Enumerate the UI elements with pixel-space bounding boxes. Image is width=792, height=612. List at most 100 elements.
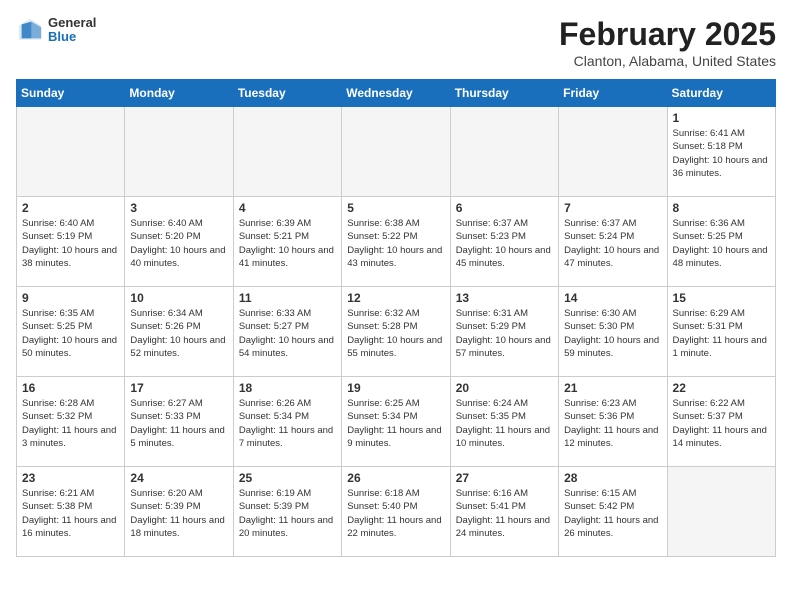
calendar-cell: 7 Sunrise: 6:37 AM Sunset: 5:24 PM Daylig… [559,197,667,287]
day-number: 22 [673,381,770,395]
day-info: Sunrise: 6:29 AM Sunset: 5:31 PM Dayligh… [673,307,770,360]
calendar-cell: 14 Sunrise: 6:30 AM Sunset: 5:30 PM Dayli… [559,287,667,377]
location: Clanton, Alabama, United States [559,53,776,69]
calendar-cell [342,107,450,197]
day-number: 6 [456,201,553,215]
day-number: 1 [673,111,770,125]
day-number: 13 [456,291,553,305]
calendar-cell: 20 Sunrise: 6:24 AM Sunset: 5:35 PM Dayli… [450,377,558,467]
day-number: 7 [564,201,661,215]
day-info: Sunrise: 6:37 AM Sunset: 5:24 PM Dayligh… [564,217,661,270]
day-number: 20 [456,381,553,395]
day-info: Sunrise: 6:40 AM Sunset: 5:20 PM Dayligh… [130,217,227,270]
calendar-cell: 5 Sunrise: 6:38 AM Sunset: 5:22 PM Daylig… [342,197,450,287]
calendar-cell: 15 Sunrise: 6:29 AM Sunset: 5:31 PM Dayli… [667,287,775,377]
calendar-cell: 12 Sunrise: 6:32 AM Sunset: 5:28 PM Dayli… [342,287,450,377]
calendar-cell [125,107,233,197]
calendar-cell [17,107,125,197]
day-number: 9 [22,291,119,305]
day-number: 18 [239,381,336,395]
day-info: Sunrise: 6:34 AM Sunset: 5:26 PM Dayligh… [130,307,227,360]
calendar-cell: 25 Sunrise: 6:19 AM Sunset: 5:39 PM Dayli… [233,467,341,557]
day-info: Sunrise: 6:21 AM Sunset: 5:38 PM Dayligh… [22,487,119,540]
calendar-cell: 6Sunrise: 6:37 AM Sunset: 5:23 PM Daylig… [450,197,558,287]
day-number: 14 [564,291,661,305]
day-number: 11 [239,291,336,305]
week-row-3: 9 Sunrise: 6:35 AM Sunset: 5:25 PM Daylig… [17,287,776,377]
day-number: 12 [347,291,444,305]
day-info: Sunrise: 6:19 AM Sunset: 5:39 PM Dayligh… [239,487,336,540]
day-info: Sunrise: 6:39 AM Sunset: 5:21 PM Dayligh… [239,217,336,270]
day-info: Sunrise: 6:22 AM Sunset: 5:37 PM Dayligh… [673,397,770,450]
logo-text: General Blue [48,16,96,45]
calendar-cell: 1Sunrise: 6:41 AM Sunset: 5:18 PM Daylig… [667,107,775,197]
calendar-cell: 2Sunrise: 6:40 AM Sunset: 5:19 PM Daylig… [17,197,125,287]
day-number: 4 [239,201,336,215]
calendar-cell [667,467,775,557]
day-number: 10 [130,291,227,305]
day-info: Sunrise: 6:26 AM Sunset: 5:34 PM Dayligh… [239,397,336,450]
week-row-5: 23 Sunrise: 6:21 AM Sunset: 5:38 PM Dayli… [17,467,776,557]
day-info: Sunrise: 6:20 AM Sunset: 5:39 PM Dayligh… [130,487,227,540]
day-number: 5 [347,201,444,215]
day-info: Sunrise: 6:38 AM Sunset: 5:22 PM Dayligh… [347,217,444,270]
calendar: SundayMondayTuesdayWednesdayThursdayFrid… [16,79,776,557]
calendar-cell: 16Sunrise: 6:28 AM Sunset: 5:32 PM Dayli… [17,377,125,467]
day-number: 25 [239,471,336,485]
weekday-header-sunday: Sunday [17,80,125,107]
calendar-cell: 4 Sunrise: 6:39 AM Sunset: 5:21 PM Daylig… [233,197,341,287]
calendar-cell: 8Sunrise: 6:36 AM Sunset: 5:25 PM Daylig… [667,197,775,287]
calendar-cell [559,107,667,197]
day-number: 23 [22,471,119,485]
week-row-1: 1Sunrise: 6:41 AM Sunset: 5:18 PM Daylig… [17,107,776,197]
week-row-4: 16Sunrise: 6:28 AM Sunset: 5:32 PM Dayli… [17,377,776,467]
day-number: 17 [130,381,227,395]
day-info: Sunrise: 6:36 AM Sunset: 5:25 PM Dayligh… [673,217,770,270]
calendar-cell: 22 Sunrise: 6:22 AM Sunset: 5:37 PM Dayli… [667,377,775,467]
day-number: 15 [673,291,770,305]
day-info: Sunrise: 6:24 AM Sunset: 5:35 PM Dayligh… [456,397,553,450]
weekday-header-wednesday: Wednesday [342,80,450,107]
day-number: 19 [347,381,444,395]
day-info: Sunrise: 6:28 AM Sunset: 5:32 PM Dayligh… [22,397,119,450]
calendar-cell: 18 Sunrise: 6:26 AM Sunset: 5:34 PM Dayli… [233,377,341,467]
day-number: 28 [564,471,661,485]
weekday-header-thursday: Thursday [450,80,558,107]
calendar-cell: 28 Sunrise: 6:15 AM Sunset: 5:42 PM Dayli… [559,467,667,557]
logo-blue: Blue [48,30,96,44]
day-info: Sunrise: 6:31 AM Sunset: 5:29 PM Dayligh… [456,307,553,360]
day-number: 21 [564,381,661,395]
day-info: Sunrise: 6:35 AM Sunset: 5:25 PM Dayligh… [22,307,119,360]
month-title: February 2025 [559,16,776,53]
weekday-header-tuesday: Tuesday [233,80,341,107]
day-info: Sunrise: 6:27 AM Sunset: 5:33 PM Dayligh… [130,397,227,450]
weekday-header-row: SundayMondayTuesdayWednesdayThursdayFrid… [17,80,776,107]
day-info: Sunrise: 6:32 AM Sunset: 5:28 PM Dayligh… [347,307,444,360]
logo-general: General [48,16,96,30]
calendar-cell: 10 Sunrise: 6:34 AM Sunset: 5:26 PM Dayli… [125,287,233,377]
day-number: 3 [130,201,227,215]
calendar-cell [450,107,558,197]
logo: General Blue [16,16,96,45]
day-number: 27 [456,471,553,485]
calendar-cell: 23 Sunrise: 6:21 AM Sunset: 5:38 PM Dayli… [17,467,125,557]
day-number: 26 [347,471,444,485]
weekday-header-saturday: Saturday [667,80,775,107]
day-info: Sunrise: 6:25 AM Sunset: 5:34 PM Dayligh… [347,397,444,450]
page-header: General Blue February 2025 Clanton, Alab… [16,16,776,69]
day-info: Sunrise: 6:18 AM Sunset: 5:40 PM Dayligh… [347,487,444,540]
calendar-cell: 13 Sunrise: 6:31 AM Sunset: 5:29 PM Dayli… [450,287,558,377]
day-info: Sunrise: 6:16 AM Sunset: 5:41 PM Dayligh… [456,487,553,540]
day-info: Sunrise: 6:15 AM Sunset: 5:42 PM Dayligh… [564,487,661,540]
calendar-cell [233,107,341,197]
calendar-cell: 17 Sunrise: 6:27 AM Sunset: 5:33 PM Dayli… [125,377,233,467]
day-number: 24 [130,471,227,485]
weekday-header-friday: Friday [559,80,667,107]
day-info: Sunrise: 6:23 AM Sunset: 5:36 PM Dayligh… [564,397,661,450]
calendar-cell: 3 Sunrise: 6:40 AM Sunset: 5:20 PM Daylig… [125,197,233,287]
day-info: Sunrise: 6:40 AM Sunset: 5:19 PM Dayligh… [22,217,119,270]
day-info: Sunrise: 6:30 AM Sunset: 5:30 PM Dayligh… [564,307,661,360]
calendar-cell: 21 Sunrise: 6:23 AM Sunset: 5:36 PM Dayli… [559,377,667,467]
calendar-cell: 27 Sunrise: 6:16 AM Sunset: 5:41 PM Dayli… [450,467,558,557]
logo-icon [16,16,44,44]
